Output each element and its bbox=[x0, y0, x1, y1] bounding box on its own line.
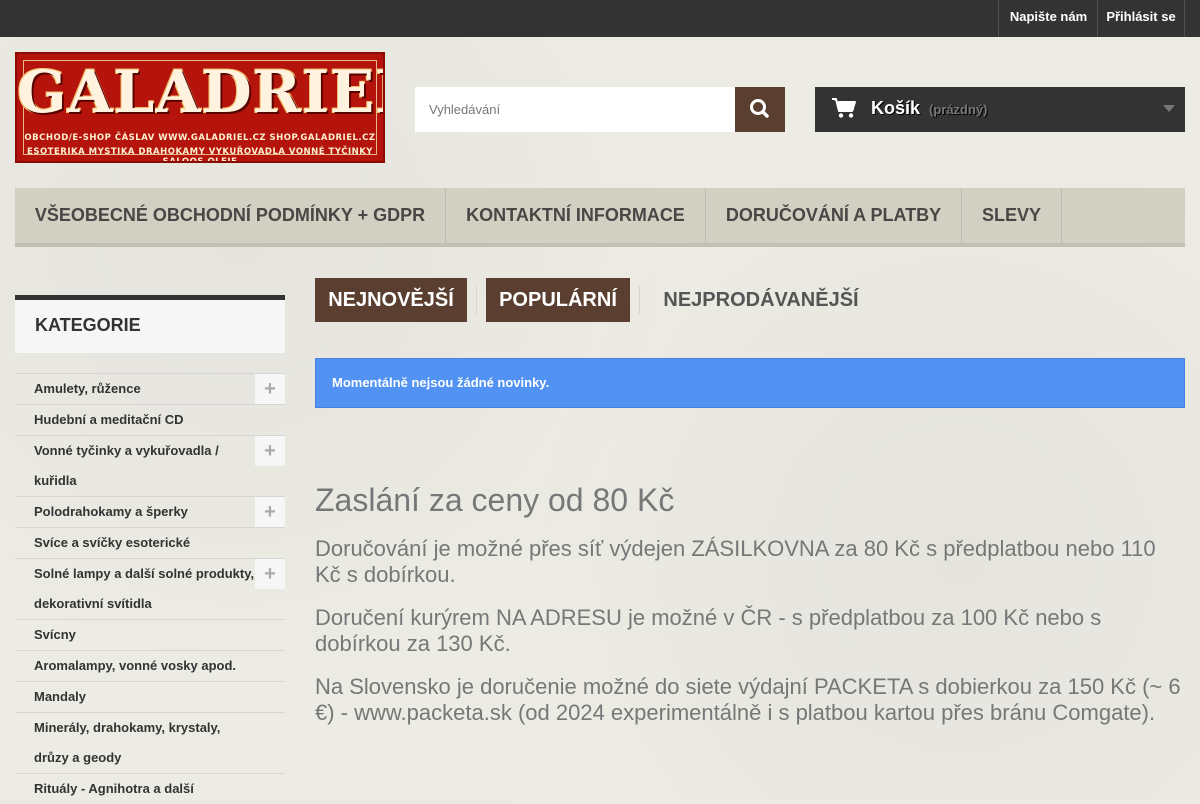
category-item-incense[interactable]: Vonné tyčinky a vykuřovadla / kuřidla + bbox=[15, 435, 285, 496]
categories-title: KATEGORIE bbox=[35, 315, 141, 335]
category-item-rituals[interactable]: Rituály - Agnihotra a další bbox=[15, 773, 285, 804]
category-item-candles[interactable]: Svíce a svíčky esoterické bbox=[15, 527, 285, 558]
top-bar: Napište nám Přihlásit se bbox=[0, 0, 1200, 37]
category-label: Svícny bbox=[34, 627, 76, 642]
cart-status: (prázdný) bbox=[929, 102, 988, 117]
category-item-mandalas[interactable]: Mandaly bbox=[15, 681, 285, 712]
main-menu: VŠEOBECNÉ OBCHODNÍ PODMÍNKY + GDPR KONTA… bbox=[15, 188, 1185, 247]
menu-item-terms[interactable]: VŠEOBECNÉ OBCHODNÍ PODMÍNKY + GDPR bbox=[15, 188, 446, 243]
contact-link[interactable]: Napište nám bbox=[998, 0, 1098, 37]
category-label: Polodrahokamy a šperky bbox=[34, 504, 188, 519]
shipping-paragraph-pickup: Doručování je možné přes síť výdejen ZÁS… bbox=[315, 536, 1156, 587]
category-label: Minerály, drahokamy, krystaly, drůzy a g… bbox=[34, 720, 221, 765]
login-link[interactable]: Přihlásit se bbox=[1097, 0, 1185, 37]
expand-plus-icon[interactable]: + bbox=[255, 559, 285, 589]
site-logo[interactable]: GALADRIEL OBCHOD/E-SHOP ČÁSLAV WWW.GALAD… bbox=[15, 52, 385, 163]
expand-plus-icon[interactable]: + bbox=[255, 436, 285, 466]
shipping-heading: Zaslání za ceny od 80 Kč bbox=[315, 482, 675, 518]
category-item-candlesticks[interactable]: Svícny bbox=[15, 619, 285, 650]
category-label: Solné lampy a další solné produkty, deko… bbox=[34, 566, 255, 611]
shipping-paragraph-courier: Doručení kurýrem NA ADRESU je možné v ČR… bbox=[315, 605, 1102, 656]
category-label: Mandaly bbox=[34, 689, 87, 704]
logo-wordmark: GALADRIEL bbox=[17, 58, 385, 126]
category-list: Amulety, růžence + Hudební a meditační C… bbox=[15, 373, 285, 804]
menu-item-delivery[interactable]: DORUČOVÁNÍ A PLATBY bbox=[706, 188, 962, 243]
shopping-cart-icon bbox=[832, 98, 856, 118]
category-item-music-cd[interactable]: Hudební a meditační CD bbox=[15, 404, 285, 435]
tab-newest[interactable]: NEJNOVĚJŠÍ bbox=[315, 278, 467, 322]
search-input[interactable] bbox=[415, 87, 735, 132]
tab-popular[interactable]: POPULÁRNÍ bbox=[486, 278, 630, 322]
info-alert: Momentálně nejsou žádné novinky. bbox=[315, 358, 1185, 408]
tab-divider bbox=[476, 286, 477, 314]
menu-item-discounts[interactable]: SLEVY bbox=[962, 188, 1062, 243]
category-item-gemstones-jewelry[interactable]: Polodrahokamy a šperky + bbox=[15, 496, 285, 527]
expand-plus-icon[interactable]: + bbox=[255, 497, 285, 527]
category-label: Amulety, růžence bbox=[34, 381, 141, 396]
menu-item-contact[interactable]: KONTAKTNÍ INFORMACE bbox=[446, 188, 706, 243]
logo-tagline-2: ESOTERIKA MYSTIKA DRAHOKAMY VYKUŘOVADLA … bbox=[27, 147, 373, 163]
tab-bestsellers[interactable]: NEJPRODÁVANĚJŠÍ bbox=[649, 278, 873, 322]
categories-block: KATEGORIE bbox=[15, 295, 285, 353]
category-label: Hudební a meditační CD bbox=[34, 412, 184, 427]
cart-title: Košík bbox=[871, 98, 921, 118]
category-label: Vonné tyčinky a vykuřovadla / kuřidla bbox=[34, 443, 219, 488]
category-item-aroma-lamps[interactable]: Aromalampy, vonné vosky apod. bbox=[15, 650, 285, 681]
search-button[interactable] bbox=[735, 87, 785, 132]
category-label: Aromalampy, vonné vosky apod. bbox=[34, 658, 237, 673]
category-item-amulets[interactable]: Amulety, růžence + bbox=[15, 373, 285, 404]
search-icon bbox=[750, 99, 769, 118]
logo-tagline-1: OBCHOD/E-SHOP ČÁSLAV WWW.GALADRIEL.CZ SH… bbox=[24, 133, 376, 143]
expand-plus-icon[interactable]: + bbox=[255, 374, 285, 404]
shipping-paragraph-slovakia: Na Slovensko je doručenie možné do siete… bbox=[315, 674, 1181, 725]
category-item-minerals[interactable]: Minerály, drahokamy, krystaly, drůzy a g… bbox=[15, 712, 285, 773]
category-item-salt-lamps[interactable]: Solné lampy a další solné produkty, deko… bbox=[15, 558, 285, 619]
product-tabs: NEJNOVĚJŠÍ POPULÁRNÍ NEJPRODÁVANĚJŠÍ bbox=[315, 278, 1185, 322]
caret-down-icon[interactable] bbox=[1163, 105, 1175, 113]
cart-button[interactable]: Košík (prázdný) bbox=[815, 87, 1185, 132]
shipping-info: Zaslání za ceny od 80 Kč Doručování je m… bbox=[315, 480, 1185, 726]
category-label: Svíce a svíčky esoterické bbox=[34, 535, 191, 550]
tab-divider bbox=[639, 286, 640, 314]
